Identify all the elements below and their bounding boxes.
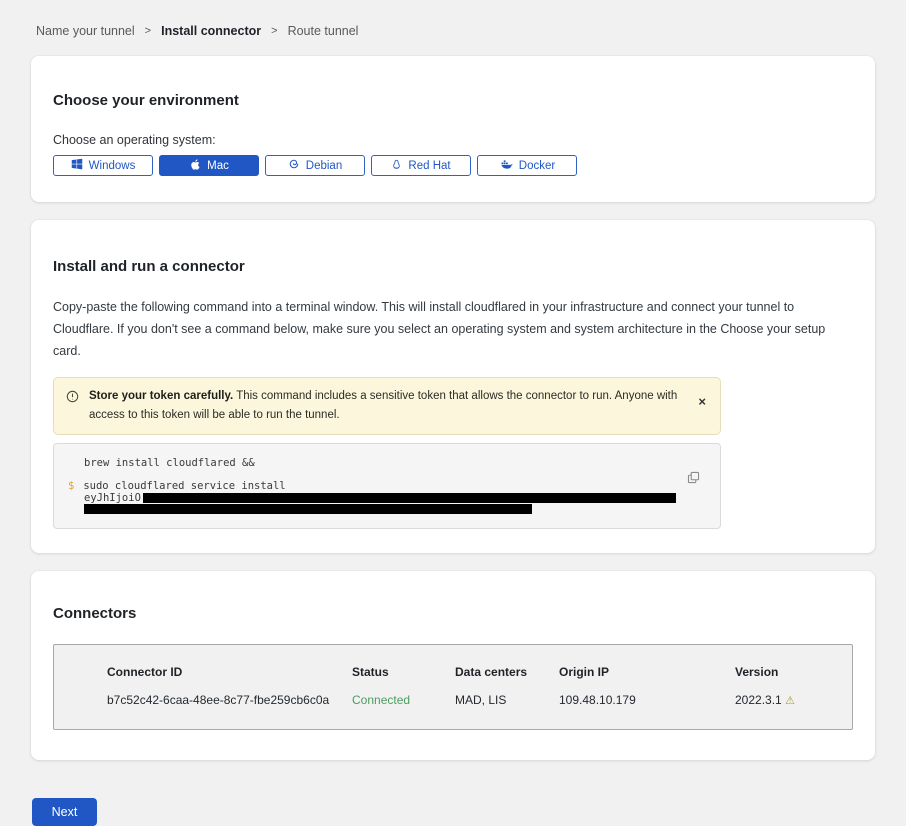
redacted-token-bar (84, 504, 532, 514)
data-centers-value: MAD, LIS (455, 693, 559, 707)
docker-icon (499, 158, 513, 173)
windows-icon (71, 158, 83, 173)
connectors-card: Connectors Connector ID Status Data cent… (31, 571, 875, 760)
breadcrumb-step-install-connector[interactable]: Install connector (161, 24, 261, 38)
os-button-label: Windows (89, 160, 136, 172)
version-value: 2022.3.1 ⚠ (735, 693, 842, 707)
token-warning-bold: Store your token carefully. (89, 390, 233, 402)
status-badge: Connected (352, 693, 455, 707)
origin-ip-value: 109.48.10.179 (559, 693, 735, 707)
alert-circle-icon (66, 390, 79, 410)
os-select-label: Choose an operating system: (53, 133, 853, 147)
os-button-windows[interactable]: Windows (53, 155, 153, 176)
breadcrumb-separator: > (145, 25, 151, 37)
token-line: eyJhIjoiO (68, 493, 706, 504)
os-button-label: Red Hat (408, 160, 450, 172)
breadcrumb: Name your tunnel > Install connector > R… (36, 0, 875, 38)
card-title: Choose your environment (53, 92, 853, 109)
os-button-docker[interactable]: Docker (477, 155, 577, 176)
breadcrumb-step-route-tunnel[interactable]: Route tunnel (288, 24, 359, 38)
warning-triangle-icon: ⚠ (785, 694, 795, 707)
column-header-version: Version (735, 665, 842, 679)
breadcrumb-separator: > (271, 25, 277, 37)
card-title: Install and run a connector (53, 258, 853, 275)
shell-prompt: $ (68, 480, 74, 492)
redacted-token-bar (143, 493, 676, 503)
os-button-mac[interactable]: Mac (159, 155, 259, 176)
redhat-icon (391, 158, 402, 174)
column-header-connector-id: Connector ID (107, 665, 352, 679)
os-button-group: Windows Mac Debian Red Hat Docker (53, 155, 853, 176)
choose-environment-card: Choose your environment Choose an operat… (31, 56, 875, 202)
connectors-table: Connector ID Status Data centers Origin … (53, 644, 853, 730)
next-button[interactable]: Next (32, 798, 97, 826)
install-command-code-block: brew install cloudflared && $ sudo cloud… (53, 443, 721, 529)
copy-icon[interactable] (687, 471, 700, 487)
install-description: Copy-paste the following command into a … (53, 297, 853, 363)
token-warning-banner: Store your token carefully. This command… (53, 377, 721, 435)
apple-icon (189, 158, 201, 174)
footer: Next (31, 798, 875, 826)
column-header-status: Status (352, 665, 455, 679)
column-header-origin-ip: Origin IP (559, 665, 735, 679)
breadcrumb-step-name-tunnel[interactable]: Name your tunnel (36, 24, 135, 38)
code-line-brew: brew install cloudflared && (68, 457, 706, 469)
debian-icon (288, 158, 300, 173)
close-icon[interactable]: × (698, 395, 706, 408)
connector-id-value: b7c52c42-6caa-48ee-8c77-fbe259cb6c0a (107, 693, 352, 707)
page: Name your tunnel > Install connector > R… (0, 0, 906, 826)
column-header-data-centers: Data centers (455, 665, 559, 679)
os-button-redhat[interactable]: Red Hat (371, 155, 471, 176)
token-warning-text: Store your token carefully. This command… (89, 387, 682, 425)
os-button-debian[interactable]: Debian (265, 155, 365, 176)
os-button-label: Debian (306, 160, 342, 172)
card-title: Connectors (53, 605, 853, 622)
os-button-label: Mac (207, 160, 229, 172)
os-button-label: Docker (519, 160, 555, 172)
install-connector-card: Install and run a connector Copy-paste t… (31, 220, 875, 553)
code-line-install: $ sudo cloudflared service install (68, 480, 706, 492)
